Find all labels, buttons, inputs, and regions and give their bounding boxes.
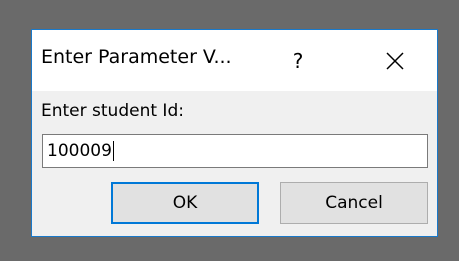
close-icon — [386, 52, 404, 70]
title-bar: Enter Parameter V... ? — [32, 30, 437, 91]
dialog-body: Enter student Id: 100009 OK Cancel — [32, 91, 437, 236]
text-caret — [112, 141, 114, 161]
student-id-value: 100009 — [47, 141, 112, 161]
enter-parameter-dialog: Enter Parameter V... ? Enter student Id:… — [31, 29, 438, 237]
help-button[interactable]: ? — [275, 38, 321, 84]
prompt-label: Enter student Id: — [41, 101, 184, 121]
student-id-input[interactable]: 100009 — [42, 134, 428, 168]
ok-button[interactable]: OK — [111, 182, 259, 224]
close-button[interactable] — [372, 38, 418, 84]
dialog-title: Enter Parameter V... — [41, 46, 232, 68]
cancel-button[interactable]: Cancel — [280, 182, 428, 224]
